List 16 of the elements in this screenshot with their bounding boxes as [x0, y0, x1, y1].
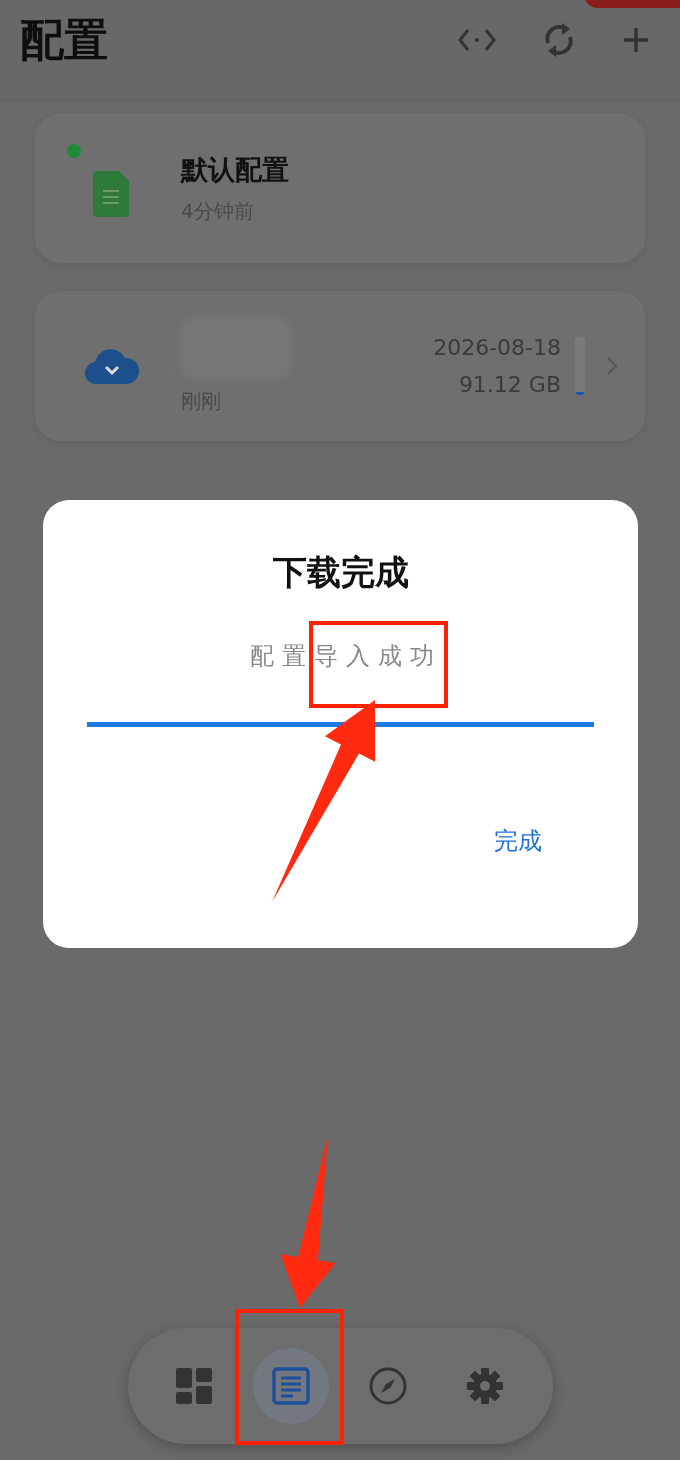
refresh-icon[interactable]	[542, 21, 576, 59]
usage-meter	[575, 337, 585, 395]
document-icon	[93, 171, 129, 217]
code-icon[interactable]	[458, 27, 496, 53]
settings-icon	[466, 1367, 504, 1405]
add-icon[interactable]	[622, 26, 650, 54]
compass-icon	[368, 1366, 408, 1406]
done-button[interactable]: 完成	[490, 819, 546, 863]
page-title: 配置	[20, 12, 109, 67]
profile-name: 默认配置	[181, 152, 290, 187]
cloud-download-icon	[85, 348, 139, 384]
chevron-right-icon[interactable]	[607, 357, 617, 375]
dashboard-icon	[176, 1368, 212, 1404]
dialog-title: 下载完成	[272, 551, 409, 594]
document-list-icon	[272, 1367, 310, 1405]
dialog-message: 配置导入成功	[248, 641, 442, 672]
